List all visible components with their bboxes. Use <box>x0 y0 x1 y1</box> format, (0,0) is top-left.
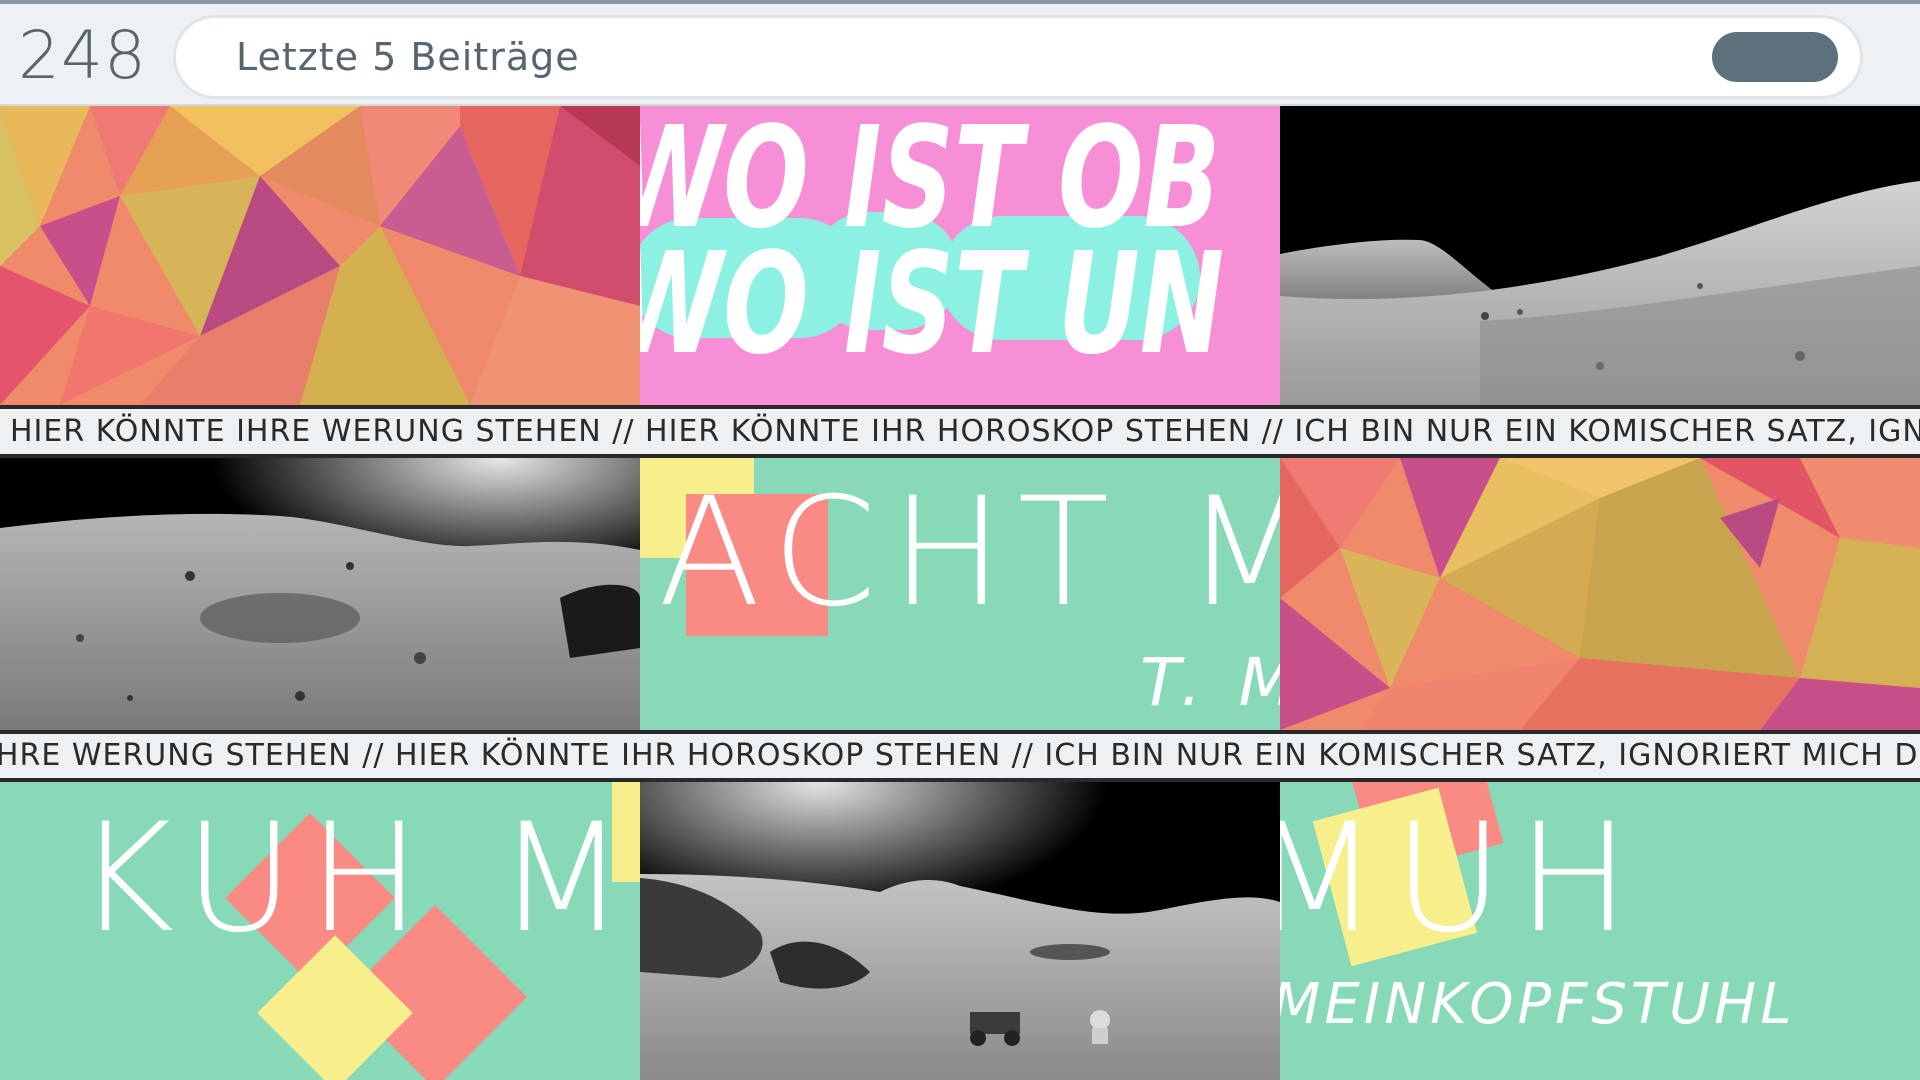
moon-landscape-image <box>1280 106 1920 405</box>
tile-kuh[interactable]: KUH M <box>0 782 640 1080</box>
ticker-text: HIER KÖNNTE IHRE WERUNG STEHEN // HIER K… <box>0 738 1920 773</box>
search-label: Letzte 5 Beiträge <box>236 35 580 79</box>
headline-subtitle: T. M <box>1140 644 1280 721</box>
tile-moon-photo-1[interactable] <box>1280 106 1920 405</box>
moon-landscape-image <box>640 782 1280 1080</box>
post-counter: 248 <box>18 17 147 94</box>
headline-subtitle: MEINKOPFSTUHL <box>1280 972 1796 1037</box>
headline-title: KUH M <box>76 792 640 966</box>
tile-moon-photo-2[interactable] <box>0 458 640 730</box>
tile-polygon-art-1[interactable] <box>0 106 640 405</box>
news-ticker-2: HIER KÖNNTE IHRE WERUNG STEHEN // HIER K… <box>0 730 1920 782</box>
tile-muh[interactable]: MUH MEINKOPFSTUHL <box>1280 782 1920 1080</box>
top-bar: 248 Letzte 5 Beiträge <box>0 0 1920 106</box>
search-bar[interactable]: Letzte 5 Beiträge <box>176 18 1860 96</box>
news-ticker-1: HIER KÖNNTE IHRE WERUNG STEHEN // HIER K… <box>0 405 1920 458</box>
search-button[interactable] <box>1712 32 1838 82</box>
headline-title: ACHT M <box>658 466 1280 640</box>
tile-polygon-art-2[interactable] <box>1280 458 1920 730</box>
tile-acht[interactable]: ACHT M T. M <box>640 458 1280 730</box>
headline-line-2: WO IST UN <box>640 223 1225 386</box>
tile-moon-photo-3[interactable] <box>640 782 1280 1080</box>
polygon-art-image <box>1280 458 1920 730</box>
ticker-text: HIER KÖNNTE IHRE WERUNG STEHEN // HIER K… <box>10 414 1920 449</box>
tile-wo-ist[interactable]: WO IST OB WO IST UN <box>640 106 1280 405</box>
polygon-art-image <box>0 106 640 405</box>
moon-landscape-image <box>0 458 640 730</box>
headline-title: MUH <box>1280 792 1645 966</box>
